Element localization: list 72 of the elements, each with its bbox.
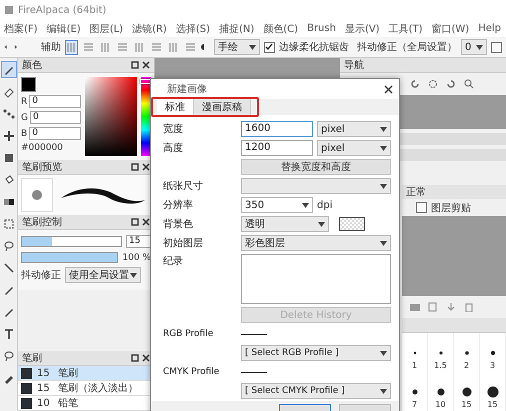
snap-label: 辅助: [41, 40, 62, 54]
brush-name: 笔刷: [58, 367, 78, 380]
swap-size-button[interactable]: 替换宽度和高度: [241, 159, 391, 175]
brush-size-label: 1.5: [434, 361, 447, 370]
size-field[interactable]: 15: [126, 235, 151, 248]
menu-item[interactable]: 颜色(C): [263, 22, 298, 36]
channel-label: B: [21, 128, 28, 138]
brush-size-label: 15: [487, 400, 498, 409]
panel-title: 导航: [344, 58, 364, 72]
dialog-tab[interactable]: 漫画原稿: [194, 99, 251, 115]
menu-item[interactable]: 编辑(E): [46, 22, 81, 36]
panel-title: 笔刷: [22, 352, 42, 365]
panel-title: 笔刷预览: [22, 161, 62, 174]
brush-size: 10: [37, 398, 51, 408]
channel-field[interactable]: 0: [30, 111, 81, 124]
field-label: 宽度: [163, 122, 184, 136]
menu-item[interactable]: 工具(T): [388, 22, 423, 36]
brush-size: 15: [37, 382, 51, 394]
field-label: CMYK Profile: [163, 367, 220, 377]
channel-field[interactable]: 0: [29, 127, 81, 140]
resolution-dropdown[interactable]: 350: [241, 197, 313, 213]
brush-name: 铅笔: [58, 397, 78, 410]
window-title: FireAlpaca (64bit): [18, 4, 106, 16]
brush-name: 笔刷（淡入淡出）: [58, 382, 138, 395]
brush-size: 15: [37, 368, 51, 378]
brush-size-label: 7: [412, 400, 418, 409]
layer-type-dropdown[interactable]: 彩色图层: [241, 235, 391, 251]
stabilizer-dropdown[interactable]: 使用全局设置: [65, 267, 141, 283]
blend-mode[interactable]: 正常: [406, 185, 426, 199]
menu-item[interactable]: 图层(L): [90, 22, 124, 36]
menu-item[interactable]: 选择(S): [176, 22, 210, 36]
brush-size-label: 3: [490, 361, 496, 370]
unit-dropdown[interactable]: pixel: [317, 121, 391, 137]
unit-label: dpi: [317, 200, 332, 210]
dialog-tab[interactable]: 标准: [157, 99, 194, 115]
field-label: 初始图层: [163, 236, 204, 250]
size-input[interactable]: 1600: [241, 121, 313, 137]
menu-item[interactable]: Help: [478, 23, 502, 34]
clipping-label: 图层剪贴: [431, 202, 471, 214]
menu-item[interactable]: 档案(F): [4, 22, 38, 36]
stabilizer-label: 抖动修正: [21, 268, 61, 282]
dialog-title: 新建画像: [167, 82, 207, 96]
stroke-mode-dropdown[interactable]: 手绘: [214, 39, 260, 55]
menu-item[interactable]: 窗口(W): [432, 22, 470, 36]
menu-item[interactable]: 捕捉(N): [218, 22, 254, 36]
field-label: 高度: [163, 142, 184, 155]
field-label: RGB Profile: [163, 329, 214, 339]
brush-size-label: 2: [464, 361, 470, 370]
field-label: 分辨率: [163, 198, 194, 212]
brush-size-label: 15: [461, 400, 472, 409]
brush-size-label: 10: [435, 400, 446, 409]
channel-field[interactable]: 0: [29, 95, 81, 108]
size-input[interactable]: 1200: [241, 140, 313, 156]
stabilizer-dropdown[interactable]: 0: [460, 39, 487, 55]
menu-item[interactable]: Brush: [307, 23, 336, 34]
channel-label: R: [21, 96, 28, 106]
field-label: 背景色: [163, 218, 194, 231]
brush-size-label: 1: [412, 361, 418, 370]
antialias-label: 边缘柔化抗锯齿: [278, 40, 349, 54]
profile-dropdown[interactable]: [ Select CMYK Profile ]: [241, 383, 391, 399]
field-label: 纪录: [163, 255, 184, 268]
unit-dropdown[interactable]: pixel: [317, 140, 391, 156]
menu-item[interactable]: 滤镜(R): [132, 22, 167, 36]
hex-value: #000000: [21, 143, 64, 153]
field-label: 纸张尺寸: [163, 180, 204, 193]
menu-item[interactable]: 显示(V): [344, 22, 380, 36]
background-dropdown[interactable]: 透明: [241, 216, 329, 232]
profile-dropdown[interactable]: [ Select RGB Profile ]: [241, 345, 391, 361]
stabilizer-label: 抖动修正（全局设置）: [356, 40, 457, 54]
panel-title: 笔刷控制: [22, 216, 62, 229]
panel-title: 颜色: [22, 58, 42, 72]
channel-label: G: [21, 112, 28, 122]
